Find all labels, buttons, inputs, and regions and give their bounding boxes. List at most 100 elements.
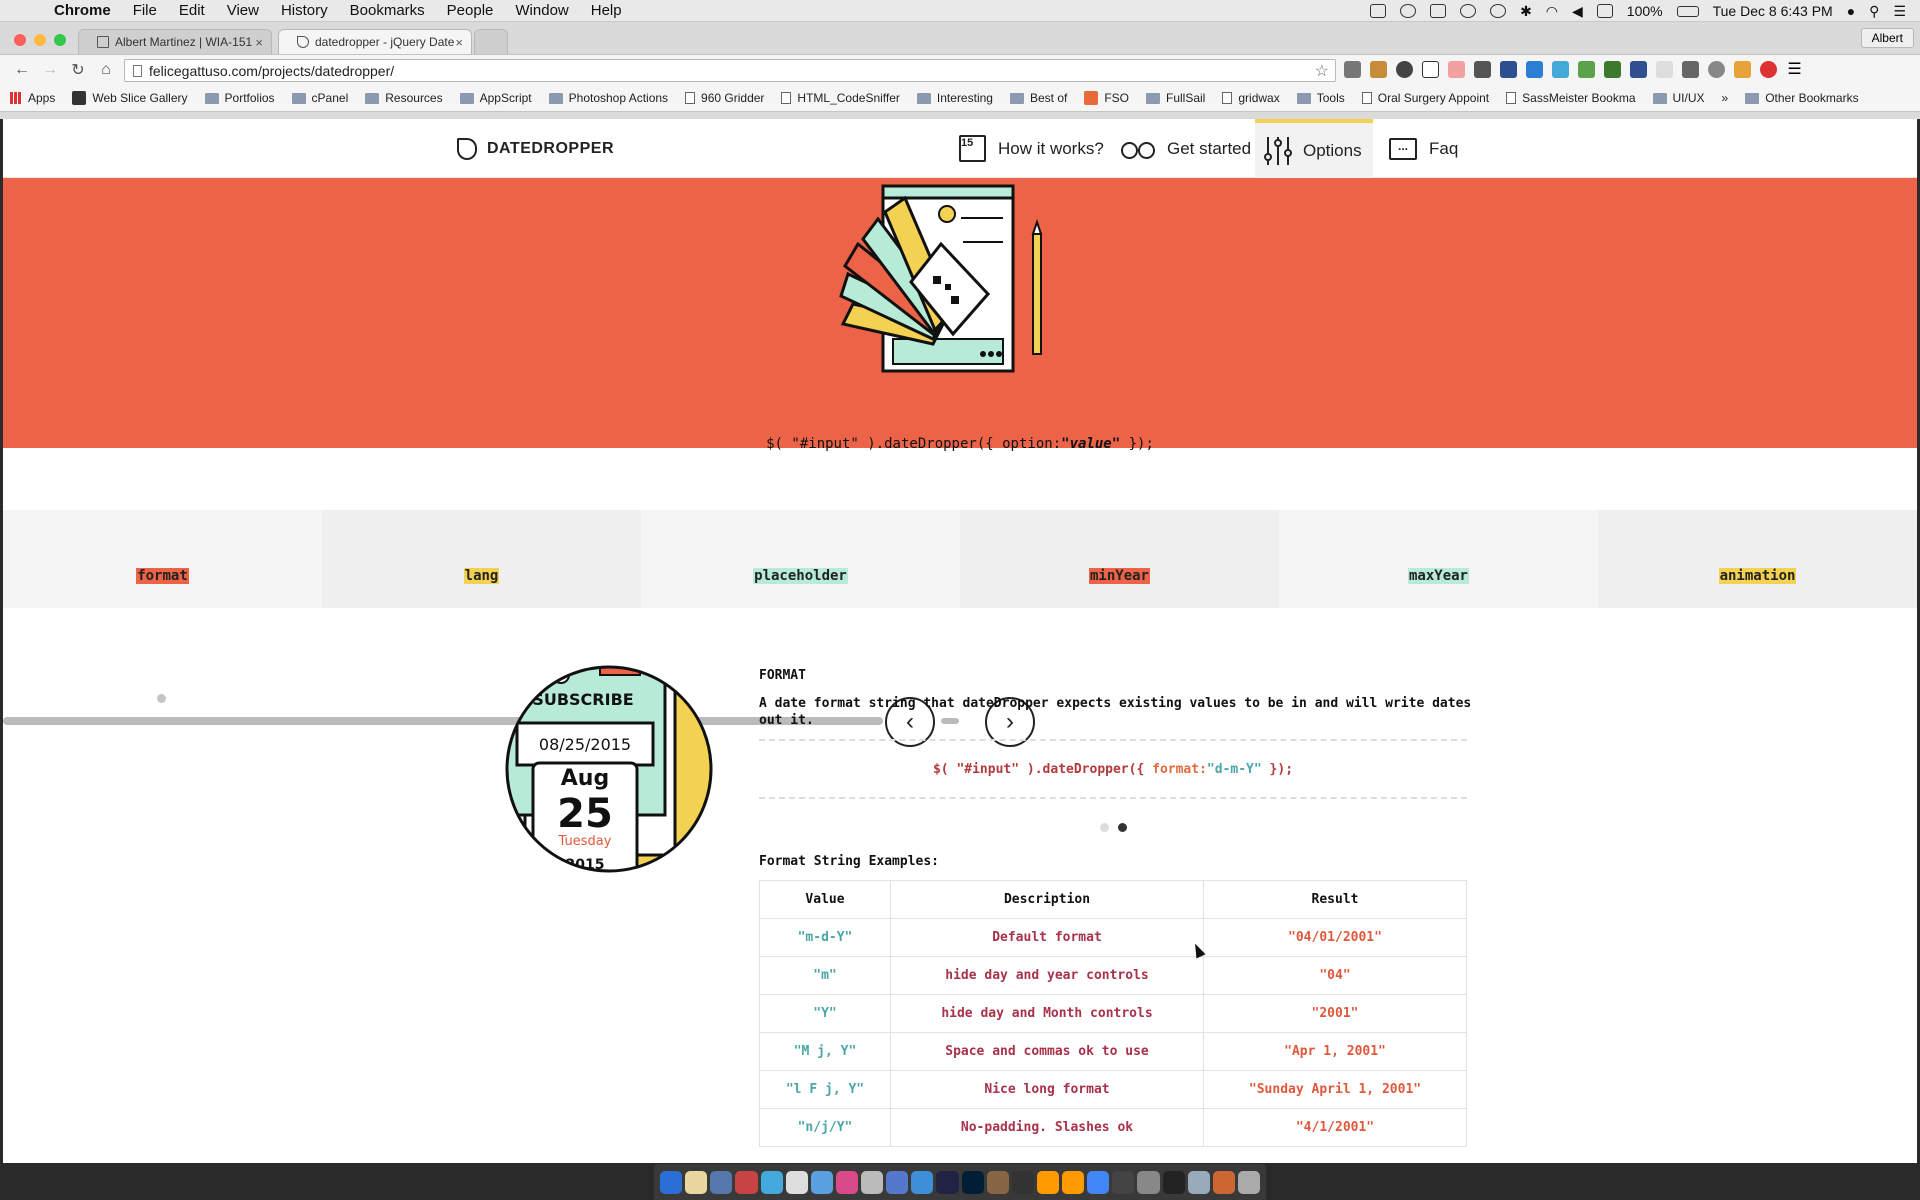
- dock-app-icon[interactable]: [810, 1170, 833, 1194]
- bookmark-sassmeister-bookma[interactable]: SassMeister Bookma: [1506, 91, 1636, 105]
- dock-app-icon[interactable]: [1087, 1170, 1110, 1194]
- extension-icon[interactable]: [1630, 61, 1647, 78]
- time-machine-icon[interactable]: [1490, 4, 1507, 18]
- spotlight-icon[interactable]: ⚲: [1869, 3, 1879, 20]
- tab-close-icon[interactable]: ×: [255, 35, 263, 50]
- back-arrow-icon[interactable]: ←: [8, 61, 36, 79]
- dock-app-icon[interactable]: [1036, 1170, 1059, 1194]
- volume-icon[interactable]: ◀: [1572, 3, 1583, 20]
- bluetooth-icon[interactable]: ✱: [1520, 3, 1532, 20]
- menu-window[interactable]: Window: [515, 2, 568, 19]
- extension-icon[interactable]: [1578, 61, 1595, 78]
- fonts-icon[interactable]: [1656, 61, 1673, 78]
- dock-app-icon[interactable]: [785, 1170, 808, 1194]
- dock-app-icon[interactable]: [735, 1170, 758, 1194]
- bookmark-gridwax[interactable]: gridwax: [1222, 91, 1280, 105]
- dock-app-icon[interactable]: [1011, 1170, 1034, 1194]
- dock-app-icon[interactable]: [986, 1170, 1009, 1194]
- clock[interactable]: Tue Dec 8 6:43 PM: [1713, 3, 1833, 19]
- menu-file[interactable]: File: [133, 2, 157, 19]
- other-bookmarks[interactable]: Other Bookmarks: [1745, 91, 1859, 105]
- bookmark-tools[interactable]: Tools: [1296, 91, 1345, 105]
- extension-icon[interactable]: [1604, 61, 1621, 78]
- reload-icon[interactable]: ↻: [64, 60, 92, 80]
- browser-tab-datedropper[interactable]: datedropper - jQuery Date ×: [278, 29, 472, 54]
- dock-app-icon[interactable]: [1212, 1170, 1235, 1194]
- dock-app-icon[interactable]: [1112, 1170, 1135, 1194]
- dock-app-icon[interactable]: [760, 1170, 783, 1194]
- zoom-window-button[interactable]: [54, 34, 66, 46]
- function-icon[interactable]: [1422, 61, 1439, 78]
- dock-app-icon[interactable]: [961, 1170, 984, 1194]
- bookmark-oral-surgery-appoint[interactable]: Oral Surgery Appoint: [1361, 91, 1489, 105]
- dock-app-icon[interactable]: [835, 1170, 858, 1194]
- extension-icon[interactable]: [1448, 61, 1465, 78]
- dock-app-icon[interactable]: [660, 1170, 683, 1194]
- nav-faq[interactable]: ... Faq: [1389, 119, 1458, 178]
- new-tab-button[interactable]: [474, 29, 508, 54]
- dock-app-icon[interactable]: [936, 1170, 959, 1194]
- extension-icon[interactable]: [1500, 61, 1517, 78]
- extension-icon[interactable]: [1474, 61, 1491, 78]
- carousel-dot-active[interactable]: [1118, 823, 1127, 832]
- dock-app-icon[interactable]: [1237, 1170, 1260, 1194]
- bookmark-photoshop-actions[interactable]: Photoshop Actions: [548, 91, 668, 105]
- chrome-menu-icon[interactable]: ☰: [1786, 61, 1803, 78]
- menu-people[interactable]: People: [447, 2, 494, 19]
- forward-arrow-icon[interactable]: →: [36, 61, 64, 79]
- extension-icon[interactable]: [1552, 61, 1569, 78]
- bookmark-fso[interactable]: FSO: [1084, 91, 1129, 105]
- bookmark-cpanel[interactable]: cPanel: [291, 91, 348, 105]
- bookmark-portfolios[interactable]: Portfolios: [204, 91, 275, 105]
- extension-icon[interactable]: [1344, 61, 1361, 78]
- nav-how-it-works[interactable]: 15 How it works?: [959, 119, 1104, 178]
- tab-close-icon[interactable]: ×: [455, 35, 463, 50]
- brand-logo[interactable]: DATEDROPPER: [457, 138, 614, 160]
- dock-app-icon[interactable]: [911, 1170, 934, 1194]
- browser-tab-albert[interactable]: Albert Martinez | WIA-151 ×: [78, 29, 272, 54]
- tab-maxyear[interactable]: maxYear: [1279, 510, 1598, 608]
- user-icon[interactable]: ●: [1847, 3, 1855, 19]
- bookmark-ui-ux[interactable]: UI/UX: [1652, 91, 1705, 105]
- nav-options[interactable]: Options: [1255, 119, 1373, 178]
- tab-format[interactable]: format: [3, 510, 322, 608]
- bookmark-appscript[interactable]: AppScript: [459, 91, 532, 105]
- bookmark-960-gridder[interactable]: 960 Gridder: [685, 91, 764, 105]
- bookmark-web-slice-gallery[interactable]: Web Slice Gallery: [72, 91, 188, 105]
- extension-icon[interactable]: [1682, 61, 1699, 78]
- tabs-scrollbar[interactable]: [3, 717, 883, 725]
- extension-icon[interactable]: [1734, 61, 1751, 78]
- menu-help[interactable]: Help: [591, 2, 622, 19]
- dock-app-icon[interactable]: [861, 1170, 884, 1194]
- sync-icon[interactable]: [1400, 4, 1417, 18]
- dock-app-icon[interactable]: [1137, 1170, 1160, 1194]
- extension-icon[interactable]: [1708, 61, 1725, 78]
- carousel-dot[interactable]: [1100, 823, 1109, 832]
- css-icon[interactable]: [1526, 61, 1543, 78]
- bookmark-fullsail[interactable]: FullSail: [1146, 91, 1205, 105]
- address-bar[interactable]: felicegattuso.com/projects/datedropper/ …: [124, 59, 1336, 82]
- calendar-status-icon[interactable]: [1596, 4, 1613, 18]
- menu-view[interactable]: View: [227, 2, 259, 19]
- tab-placeholder[interactable]: placeholder: [641, 510, 960, 608]
- airplay-icon[interactable]: [1430, 4, 1447, 18]
- battery-percent[interactable]: 100%: [1627, 3, 1663, 19]
- extension-icon[interactable]: [1760, 61, 1777, 78]
- bookmark-star-icon[interactable]: ☆: [1315, 61, 1329, 81]
- dock-app-icon[interactable]: [1062, 1170, 1085, 1194]
- dock-app-icon[interactable]: [710, 1170, 733, 1194]
- dropbox-icon[interactable]: [1370, 4, 1387, 18]
- dock-app-icon[interactable]: [685, 1170, 708, 1194]
- bookmark-interesting[interactable]: Interesting: [916, 91, 993, 105]
- tab-minyear[interactable]: minYear: [960, 510, 1279, 608]
- tab-lang[interactable]: lang: [322, 510, 641, 608]
- extension-icon[interactable]: [1370, 61, 1387, 78]
- menu-chrome[interactable]: Chrome: [54, 2, 111, 19]
- menu-history[interactable]: History: [281, 2, 328, 19]
- messages-icon[interactable]: [1460, 4, 1477, 18]
- more-bookmarks-button[interactable]: »: [1722, 91, 1729, 105]
- bookmark-resources[interactable]: Resources: [365, 91, 443, 105]
- menu-edit[interactable]: Edit: [179, 2, 205, 19]
- profile-button[interactable]: Albert: [1860, 28, 1914, 48]
- home-icon[interactable]: ⌂: [92, 61, 120, 79]
